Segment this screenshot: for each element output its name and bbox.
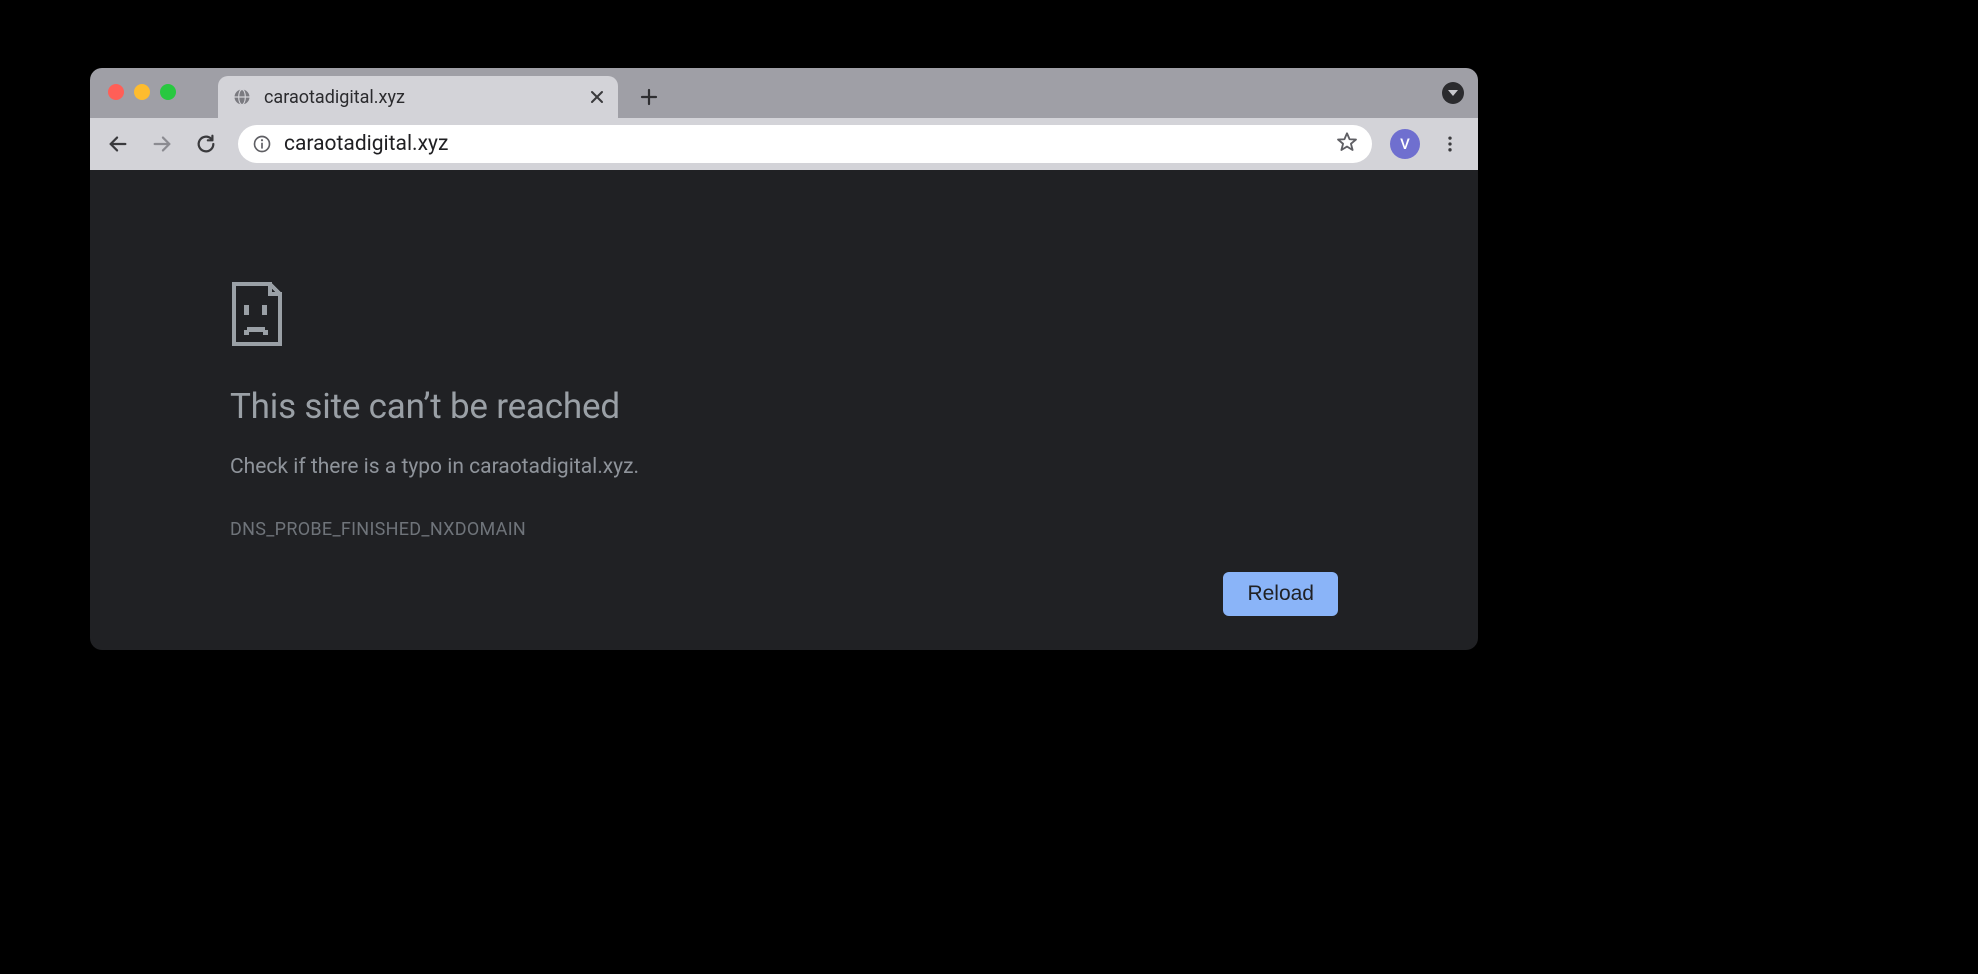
site-info-icon[interactable] bbox=[252, 134, 272, 154]
window-zoom-button[interactable] bbox=[160, 84, 176, 100]
bookmark-star-icon[interactable] bbox=[1336, 131, 1358, 157]
reload-toolbar-button[interactable] bbox=[188, 126, 224, 162]
window-close-button[interactable] bbox=[108, 84, 124, 100]
error-message-suffix: . bbox=[634, 455, 640, 479]
error-message-prefix: Check if there is a typo in bbox=[230, 455, 469, 479]
tab-search-button[interactable] bbox=[1442, 82, 1464, 104]
forward-button[interactable] bbox=[144, 126, 180, 162]
back-button[interactable] bbox=[100, 126, 136, 162]
error-code: DNS_PROBE_FINISHED_NXDOMAIN bbox=[230, 519, 1338, 540]
window-minimize-button[interactable] bbox=[134, 84, 150, 100]
url-text: caraotadigital.xyz bbox=[284, 132, 1324, 156]
window-controls bbox=[108, 84, 176, 100]
address-bar[interactable]: caraotadigital.xyz bbox=[238, 125, 1372, 163]
tab-strip: caraotadigital.xyz bbox=[90, 68, 1478, 118]
toolbar: caraotadigital.xyz V bbox=[90, 118, 1478, 170]
globe-icon bbox=[232, 87, 252, 107]
sad-page-icon bbox=[230, 280, 1338, 350]
reload-button[interactable]: Reload bbox=[1223, 572, 1338, 616]
profile-initial: V bbox=[1400, 135, 1410, 153]
new-tab-button[interactable] bbox=[628, 76, 670, 118]
error-message: Check if there is a typo in caraotadigit… bbox=[230, 455, 1338, 479]
error-title: This site can’t be reached bbox=[230, 386, 1338, 427]
tab-active[interactable]: caraotadigital.xyz bbox=[218, 76, 618, 118]
browser-window: caraotadigital.xyz bbox=[90, 68, 1478, 650]
page-content: This site can’t be reached Check if ther… bbox=[90, 170, 1478, 650]
error-message-host: caraotadigital.xyz bbox=[469, 455, 633, 479]
tab-title: caraotadigital.xyz bbox=[264, 87, 578, 108]
overflow-menu-button[interactable] bbox=[1432, 126, 1468, 162]
profile-avatar[interactable]: V bbox=[1390, 129, 1420, 159]
tab-close-icon[interactable] bbox=[590, 90, 604, 104]
